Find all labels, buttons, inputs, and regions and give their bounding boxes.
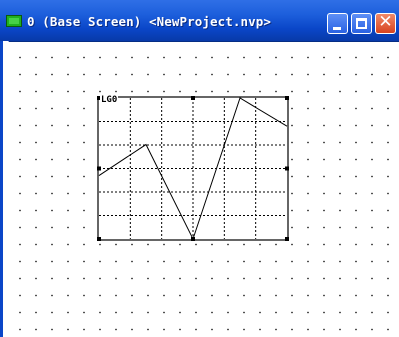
editor-window: 0 (Base Screen) <NewProject.nvp> ✕ LG0: [0, 0, 399, 337]
resize-handle[interactable]: [191, 237, 195, 241]
screen-icon[interactable]: [6, 15, 22, 27]
close-button[interactable]: ✕: [375, 13, 396, 34]
minimize-icon: [333, 27, 341, 30]
minimize-button[interactable]: [327, 13, 348, 34]
graph-svg: [97, 96, 289, 241]
resize-handle[interactable]: [285, 166, 289, 171]
resize-handle[interactable]: [285, 237, 289, 241]
resize-handle[interactable]: [285, 96, 289, 100]
resize-handle[interactable]: [191, 96, 195, 100]
line-graph-object[interactable]: LG0: [97, 96, 289, 241]
close-icon: ✕: [378, 12, 393, 32]
resize-handle[interactable]: [97, 237, 101, 241]
resize-handle[interactable]: [97, 166, 101, 171]
maximize-icon: [356, 18, 367, 29]
title-bar[interactable]: 0 (Base Screen) <NewProject.nvp> ✕: [0, 0, 399, 42]
graph-label: LG0: [100, 95, 119, 105]
window-title: 0 (Base Screen) <NewProject.nvp>: [27, 14, 272, 29]
maximize-button[interactable]: [351, 13, 372, 34]
